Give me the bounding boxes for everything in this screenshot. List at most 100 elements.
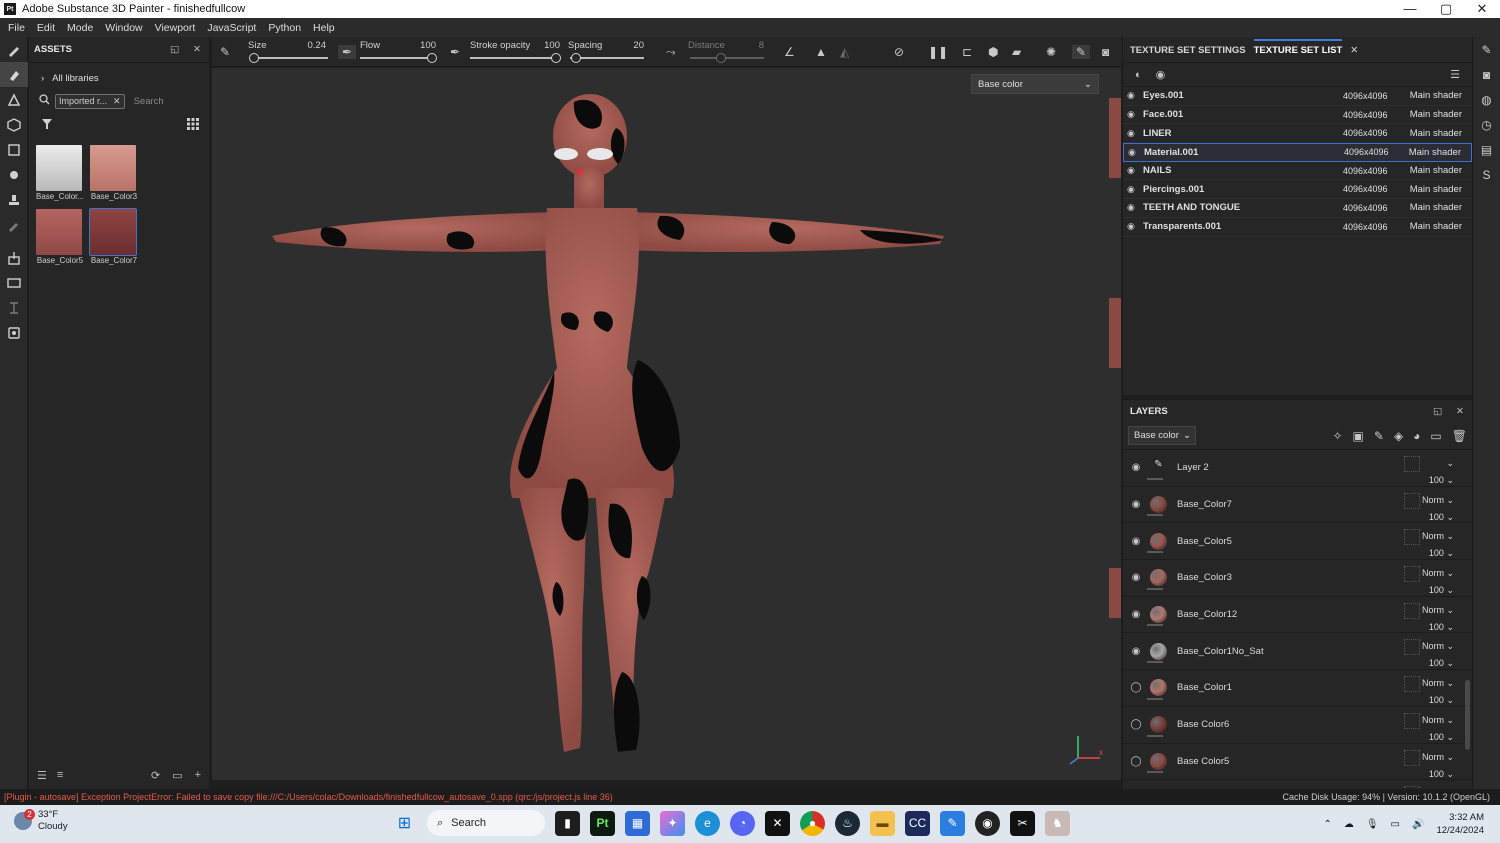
blend-mode-select[interactable]: Norm ⌄ 100 ⌄	[1422, 528, 1454, 562]
substance-painter-taskbar-icon[interactable]: Pt	[590, 810, 615, 836]
texture-set-shader[interactable]: Main shader	[1410, 184, 1472, 195]
volume-icon[interactable]: 🔊	[1412, 819, 1424, 830]
smudge-tool-icon[interactable]	[0, 162, 28, 187]
color-picker-tool-icon[interactable]	[0, 212, 28, 237]
texture-set-row[interactable]: ◉ Transparents.001 4096x4096 Main shader	[1123, 218, 1472, 237]
layer-mask-slot[interactable]	[1404, 749, 1420, 766]
flow-slider[interactable]	[360, 57, 434, 59]
texture-set-shader[interactable]: Main shader	[1410, 128, 1472, 139]
list-view-icon[interactable]: ☰	[37, 769, 47, 782]
asset-search-input[interactable]: Search	[134, 96, 164, 107]
texture-set-resolution[interactable]: 4096x4096	[1343, 110, 1405, 120]
texture-set-shader[interactable]: Main shader	[1409, 147, 1471, 158]
layer-name[interactable]: Base Color6	[1177, 719, 1229, 730]
remove-tag-icon[interactable]: ✕	[113, 96, 121, 107]
eye-icon[interactable]: ◉	[1127, 165, 1143, 176]
stroke-opacity-handle[interactable]	[551, 53, 561, 63]
size-slider[interactable]	[250, 57, 328, 59]
menu-help[interactable]: Help	[307, 22, 341, 34]
layer-mask-slot[interactable]	[1404, 456, 1420, 472]
texture-set-shader[interactable]: Main shader	[1410, 202, 1472, 213]
layer-row[interactable]: ◉ Base_Color3 Norm ⌄ 100 ⌄	[1123, 560, 1472, 597]
texture-set-row[interactable]: ◉ Material.001 4096x4096 Main shader	[1123, 143, 1472, 162]
texture-set-row[interactable]: ◉ LINER 4096x4096 Main shader	[1123, 124, 1472, 144]
layer-row[interactable]: ◯ Base Color6 Norm ⌄ 100 ⌄	[1123, 707, 1472, 744]
layer-row[interactable]: ◉ Base_Color5 Norm ⌄ 100 ⌄	[1123, 523, 1472, 562]
texture-set-row[interactable]: ◉ NAILS 4096x4096 Main shader	[1123, 162, 1472, 181]
filter-funnel-icon[interactable]	[41, 118, 53, 133]
all-libraries-item[interactable]: › All libraries	[29, 67, 209, 89]
3d-view-icon[interactable]: ⬢	[988, 45, 998, 59]
grid-view-icon[interactable]	[187, 117, 199, 133]
measure-tool-icon[interactable]	[0, 295, 28, 320]
add-effect-icon[interactable]: ✧	[1332, 429, 1342, 443]
network-icon[interactable]: ▭	[1391, 819, 1400, 830]
close-panel-icon[interactable]: ✕	[193, 44, 201, 55]
asset-thumbnail[interactable]: Base_Color3	[90, 145, 140, 201]
menu-mode[interactable]: Mode	[61, 22, 99, 34]
eye-icon[interactable]: ◉	[1127, 90, 1143, 101]
split-view-icon[interactable]: ⊏	[962, 45, 972, 59]
discord-icon[interactable]: ◔	[730, 810, 755, 836]
menu-window[interactable]: Window	[99, 22, 148, 34]
texture-set-resolution[interactable]: 4096x4096	[1344, 147, 1406, 157]
close-window-button[interactable]: ✕	[1464, 1, 1500, 17]
clock[interactable]: 3:32 AM 12/24/2024	[1436, 811, 1484, 837]
layer-name[interactable]: Base_Color12	[1177, 609, 1237, 620]
float-panel-icon[interactable]: ◱	[170, 44, 179, 55]
microsoft-store-icon[interactable]: ▦	[625, 810, 650, 836]
layer-row[interactable]: ◉ Base_Color7 Norm ⌄ 100 ⌄	[1123, 487, 1472, 524]
uv-view-strip[interactable]	[1109, 68, 1121, 780]
eye-closed-icon[interactable]: ◯	[1125, 719, 1147, 730]
light-icon[interactable]: ✺	[1046, 45, 1056, 59]
layer-name[interactable]: Base_Color1No_Sat	[1177, 646, 1264, 657]
blend-mode-select[interactable]: Norm ⌄ 100 ⌄	[1422, 565, 1454, 599]
layer-row[interactable]: ◉ Base_Color1No_Sat Norm ⌄ 100 ⌄	[1123, 633, 1472, 671]
shader-settings-icon[interactable]: ◍	[1473, 87, 1500, 112]
angle-icon[interactable]: ∠	[784, 45, 795, 59]
stroke-opacity-value[interactable]: 100	[536, 40, 560, 51]
texture-set-row[interactable]: ◉ Piercings.001 4096x4096 Main shader	[1123, 180, 1472, 200]
mirror-icon[interactable]: ◭	[840, 45, 849, 59]
eye-icon[interactable]: ◉	[1128, 147, 1144, 158]
blend-mode-select[interactable]: Norm ⌄ 100 ⌄	[1422, 749, 1454, 783]
steam-icon[interactable]: ♨	[835, 810, 860, 836]
add-smart-material-icon[interactable]: ◕	[1413, 429, 1420, 443]
hide-all-icon[interactable]: ◐	[1135, 69, 1142, 81]
add-paint-layer-icon[interactable]: ✎	[1374, 429, 1384, 443]
eye-icon[interactable]: ◉	[1127, 221, 1143, 232]
texture-set-shader[interactable]: Main shader	[1410, 221, 1472, 232]
layer-mask-slot[interactable]	[1404, 566, 1420, 583]
screenshot-icon[interactable]: ◙	[1102, 45, 1109, 59]
asset-thumbnail[interactable]: Base_Color7	[89, 208, 140, 265]
eye-icon[interactable]: ◉	[1127, 128, 1143, 139]
texture-set-row[interactable]: ◉ TEETH AND TONGUE 4096x4096 Main shader	[1123, 199, 1472, 218]
substance-share-icon[interactable]: S	[1473, 162, 1500, 187]
eye-icon[interactable]: ◉	[1127, 109, 1143, 120]
tab-texture-set-list[interactable]: TEXTURE SET LIST	[1253, 39, 1343, 62]
texture-set-shader[interactable]: Main shader	[1410, 90, 1472, 101]
paint-app-icon[interactable]: ✎	[940, 810, 965, 836]
weather-widget[interactable]: 2 33°F Cloudy	[14, 809, 68, 833]
windows-start-icon[interactable]: ⊞	[392, 811, 417, 836]
menu-javascript[interactable]: JavaScript	[201, 22, 262, 34]
onedrive-icon[interactable]: ☁	[1344, 819, 1354, 830]
brush-preset-icon[interactable]: ✎	[220, 45, 230, 59]
menu-viewport[interactable]: Viewport	[149, 22, 202, 34]
camera-icon[interactable]: ▰	[1012, 45, 1021, 59]
viewport-channel-select[interactable]: Base color ⌄	[971, 74, 1099, 94]
asset-thumbnail[interactable]: Base_Color5	[36, 209, 86, 265]
detail-view-icon[interactable]: ≡	[57, 769, 63, 781]
layer-mask-slot[interactable]	[1404, 602, 1420, 619]
blend-mode-select[interactable]: Norm ⌄ 100 ⌄	[1422, 712, 1454, 746]
eye-icon[interactable]: ◉	[1127, 184, 1143, 195]
texture-set-resolution[interactable]: 4096x4096	[1343, 203, 1405, 213]
projection-tool-icon[interactable]	[0, 87, 28, 112]
asset-thumbnail[interactable]: Base_Color...	[36, 145, 86, 201]
hide-overlay-icon[interactable]: ⊘	[894, 45, 904, 59]
layer-row[interactable]: ◯ Base Color5 Norm ⌄ 100 ⌄	[1123, 744, 1472, 781]
spacing-value[interactable]: 20	[620, 40, 644, 51]
camera-screenshot-tool-icon[interactable]	[0, 320, 28, 345]
menu-icon[interactable]: ☰	[1450, 68, 1460, 81]
layer-name[interactable]: Base Color5	[1177, 756, 1229, 767]
